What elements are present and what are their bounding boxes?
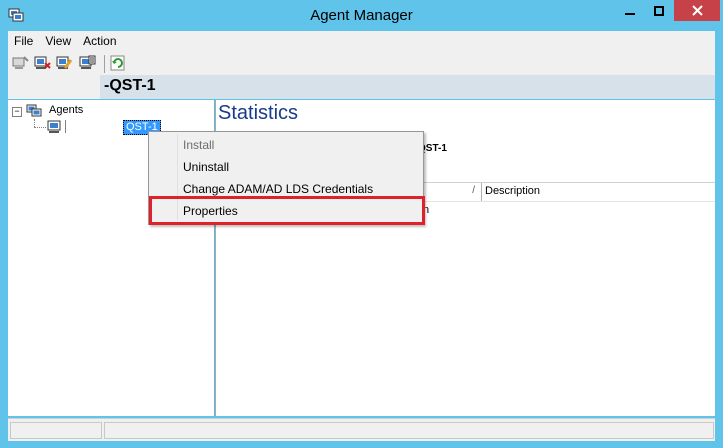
context-item-install[interactable]: Install (151, 134, 421, 156)
tree-connector (34, 127, 46, 128)
agent-install-icon[interactable] (11, 55, 29, 71)
minimize-icon (625, 12, 635, 15)
context-item-label: Change ADAM/AD LDS Credentials (183, 182, 374, 196)
status-segment (10, 422, 102, 439)
tree-collapse-toggle[interactable]: − (12, 107, 22, 117)
tree-connector (34, 119, 35, 127)
context-item-label: Install (183, 138, 215, 152)
tree-node-divider (65, 120, 66, 133)
context-item-label: Uninstall (183, 160, 230, 174)
refresh-icon[interactable] (109, 55, 127, 71)
menu-bar: File View Action (8, 31, 715, 51)
minimize-button[interactable] (616, 0, 644, 21)
menu-view[interactable]: View (39, 31, 77, 51)
status-segment (104, 422, 714, 439)
agent-uninstall-icon[interactable] (33, 55, 51, 71)
agents-icon (26, 104, 42, 117)
status-bar (8, 418, 715, 441)
selected-agent-title: -QST-1 (104, 77, 156, 94)
agent-computer-icon (47, 120, 61, 133)
agent-manager-window: Agent Manager File View Action -QST-1 − … (0, 0, 723, 448)
header-strip: -QST-1 (8, 75, 715, 99)
title-bar[interactable]: Agent Manager (0, 0, 723, 30)
statistics-heading: Statistics (218, 102, 299, 124)
maximize-button[interactable] (645, 0, 673, 21)
toolbar-separator (104, 55, 105, 73)
window-title: Agent Manager (310, 7, 413, 24)
sort-indicator: / (472, 185, 475, 196)
tree-item-agents[interactable]: Agents (49, 104, 83, 116)
close-button[interactable] (674, 0, 720, 21)
column-header-description[interactable]: Description (485, 185, 540, 197)
close-icon (691, 5, 703, 16)
maximize-icon (654, 5, 664, 16)
properties-highlight-box (149, 196, 425, 225)
header-band: -QST-1 (100, 75, 715, 99)
toolbar (8, 51, 715, 75)
menu-file[interactable]: File (8, 31, 39, 51)
menu-action[interactable]: Action (77, 31, 122, 51)
edit-credentials-icon[interactable] (55, 55, 73, 71)
context-item-uninstall[interactable]: Uninstall (151, 156, 421, 178)
properties-icon[interactable] (78, 55, 96, 71)
